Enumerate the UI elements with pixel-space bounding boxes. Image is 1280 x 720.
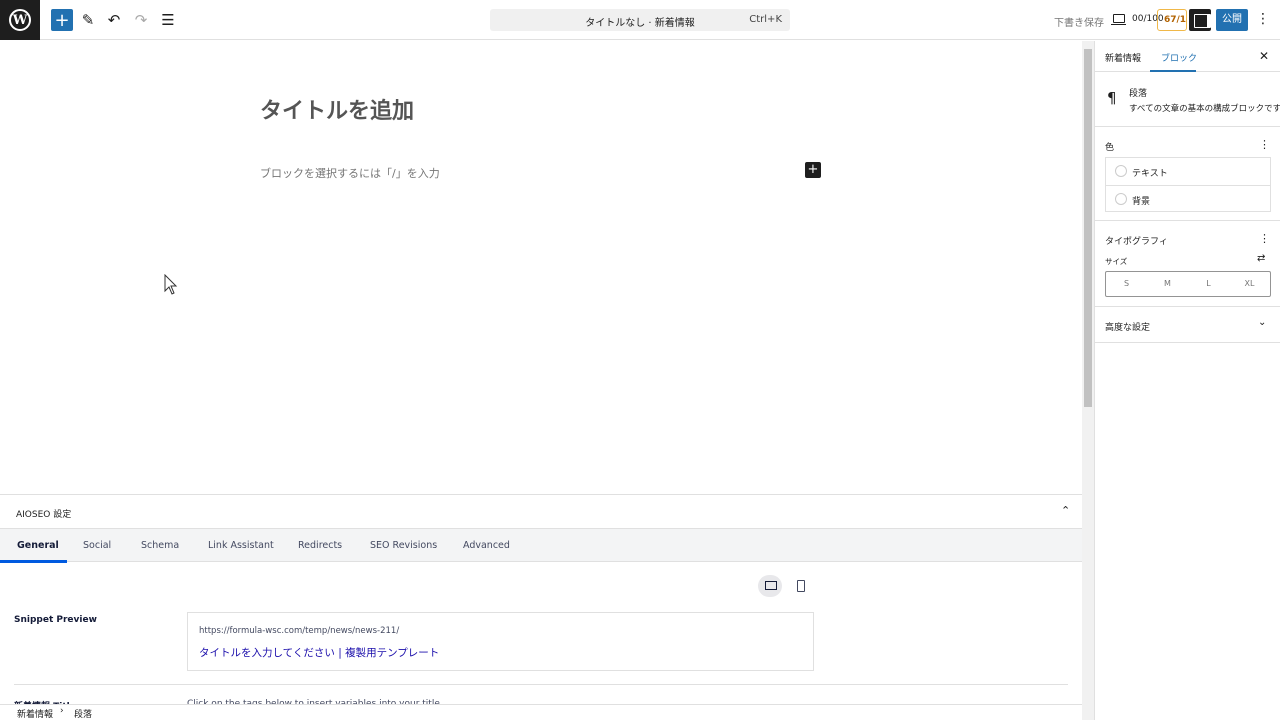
block-breadcrumb: 新着情報 › 段落 — [0, 704, 1082, 720]
font-size-xl[interactable]: XL — [1229, 272, 1270, 296]
font-size-s[interactable]: S — [1106, 272, 1147, 296]
advanced-panel[interactable]: 高度な設定 ⌄ — [1095, 307, 1280, 343]
mobile-preview-icon[interactable] — [797, 580, 805, 592]
editor-canvas[interactable]: タイトルを追加 ブロックを選択するには「/」を入力 + — [0, 41, 1082, 493]
close-icon[interactable]: ✕ — [1259, 49, 1269, 63]
undo-button[interactable]: ↶ — [103, 9, 125, 31]
plus-icon: + — [54, 9, 70, 31]
block-card: ¶ 段落 すべての文章の基本の構成ブロックです。 — [1095, 72, 1280, 127]
aioseo-title: AIOSEO 設定 — [16, 510, 72, 520]
document-bar[interactable]: タイトルなし · 新着情報 Ctrl+K — [490, 9, 790, 31]
snippet-preview: https://formula-wsc.com/temp/news/news-2… — [187, 612, 814, 671]
tab-block[interactable]: ブロック — [1161, 51, 1197, 64]
scrollbar-thumb[interactable] — [1084, 49, 1092, 407]
plus-icon: + — [807, 162, 819, 177]
aioseo-tabs: General Social Schema Link Assistant Red… — [0, 528, 1082, 563]
wordpress-logo-button[interactable]: W — [0, 0, 40, 40]
desktop-preview-icon[interactable] — [758, 575, 782, 597]
block-description: すべての文章の基本の構成ブロックです。 — [1129, 104, 1280, 114]
list-view-icon: ☰ — [161, 11, 175, 29]
aioseo-tab-seo-revisions[interactable]: SEO Revisions — [370, 540, 437, 551]
aioseo-active-tab-indicator — [0, 560, 67, 563]
pencil-icon: ✎ — [81, 11, 95, 29]
undo-icon: ↶ — [107, 11, 121, 29]
paragraph-icon: ¶ — [1107, 89, 1117, 107]
font-size-picker: S M L XL — [1105, 271, 1271, 297]
preview-device-icon[interactable] — [1111, 14, 1126, 25]
document-title: タイトルなし · 新着情報 — [585, 18, 695, 29]
settings-sidebar-toggle[interactable] — [1189, 9, 1211, 31]
block-name: 段落 — [1129, 89, 1148, 99]
aioseo-tab-schema[interactable]: Schema — [141, 540, 179, 551]
editor-toolbar: W + ✎ ↶ ↷ ☰ タイトルなし · 新着情報 Ctrl+K 下書き保存 0… — [0, 0, 1280, 40]
font-size-m[interactable]: M — [1147, 272, 1188, 296]
color-swatch-icon — [1115, 193, 1127, 205]
list-view-button[interactable]: ☰ — [157, 9, 179, 31]
font-size-l[interactable]: L — [1188, 272, 1229, 296]
color-options-icon[interactable]: ⋮ — [1259, 138, 1270, 151]
color-panel-title: 色 — [1105, 143, 1115, 153]
settings-sidebar: 新着情報 ブロック ✕ ¶ 段落 すべての文章の基本の構成ブロックです。 色 ⋮… — [1094, 41, 1280, 720]
headline-score[interactable]: 67/100 — [1157, 9, 1187, 31]
color-settings-list: テキスト 背景 — [1105, 157, 1271, 212]
snippet-title: タイトルを入力してください | 複製用テンプレート — [199, 647, 440, 659]
color-text-label: テキスト — [1132, 169, 1168, 179]
custom-size-icon[interactable]: ⇄ — [1257, 253, 1265, 264]
tab-post[interactable]: 新着情報 — [1105, 51, 1141, 64]
aioseo-tab-advanced[interactable]: Advanced — [463, 540, 510, 551]
snippet-preview-label: Snippet Preview — [14, 615, 97, 625]
block-inserter-button[interactable]: + — [51, 9, 73, 31]
aioseo-tab-redirects[interactable]: Redirects — [298, 540, 342, 551]
post-title-input[interactable]: タイトルを追加 — [260, 93, 414, 125]
snippet-url: https://formula-wsc.com/temp/news/news-2… — [199, 626, 400, 636]
mouse-pointer-icon — [164, 274, 178, 295]
breadcrumb-item-post[interactable]: 新着情報 — [17, 707, 53, 720]
chevron-right-icon: › — [60, 706, 64, 716]
paragraph-block-placeholder[interactable]: ブロックを選択するには「/」を入力 — [260, 165, 440, 181]
publish-button[interactable]: 公開 — [1216, 9, 1248, 31]
aioseo-tab-social[interactable]: Social — [83, 540, 111, 551]
chevron-up-icon[interactable]: ⌃ — [1061, 504, 1070, 517]
inline-block-inserter-button[interactable]: + — [805, 162, 821, 178]
typography-panel: タイポグラフィ ⋮ サイズ ⇄ S M L XL — [1095, 221, 1280, 307]
more-options-icon[interactable]: ⋮ — [1256, 11, 1270, 27]
save-draft-button[interactable]: 下書き保存 — [1054, 14, 1104, 29]
chevron-down-icon: ⌄ — [1258, 317, 1267, 328]
aioseo-tab-link-assistant[interactable]: Link Assistant — [208, 540, 274, 551]
divider — [14, 684, 1068, 685]
advanced-panel-title: 高度な設定 — [1105, 323, 1151, 333]
color-background-label: 背景 — [1132, 197, 1151, 207]
color-background-option[interactable]: 背景 — [1106, 185, 1270, 212]
editor-scrollbar[interactable] — [1082, 41, 1094, 720]
color-swatch-icon — [1115, 165, 1127, 177]
tools-button[interactable]: ✎ — [77, 9, 99, 31]
typography-options-icon[interactable]: ⋮ — [1259, 232, 1270, 245]
redo-icon: ↷ — [134, 11, 148, 29]
sidebar-tabs: 新着情報 ブロック ✕ — [1095, 41, 1280, 72]
typography-panel-title: タイポグラフィ — [1105, 237, 1168, 247]
color-panel: 色 ⋮ テキスト 背景 — [1095, 127, 1280, 221]
wordpress-logo-icon: W — [9, 9, 31, 31]
breadcrumb-item-paragraph[interactable]: 段落 — [74, 707, 92, 720]
color-text-option[interactable]: テキスト — [1106, 158, 1270, 185]
font-size-label: サイズ — [1105, 257, 1128, 266]
command-shortcut: Ctrl+K — [749, 14, 782, 25]
aioseo-header[interactable]: AIOSEO 設定 ⌃ — [0, 495, 1082, 528]
aioseo-tab-general[interactable]: General — [17, 540, 59, 551]
aioseo-settings-panel: AIOSEO 設定 ⌃ General Social Schema Link A… — [0, 494, 1082, 705]
redo-button[interactable]: ↷ — [130, 9, 152, 31]
